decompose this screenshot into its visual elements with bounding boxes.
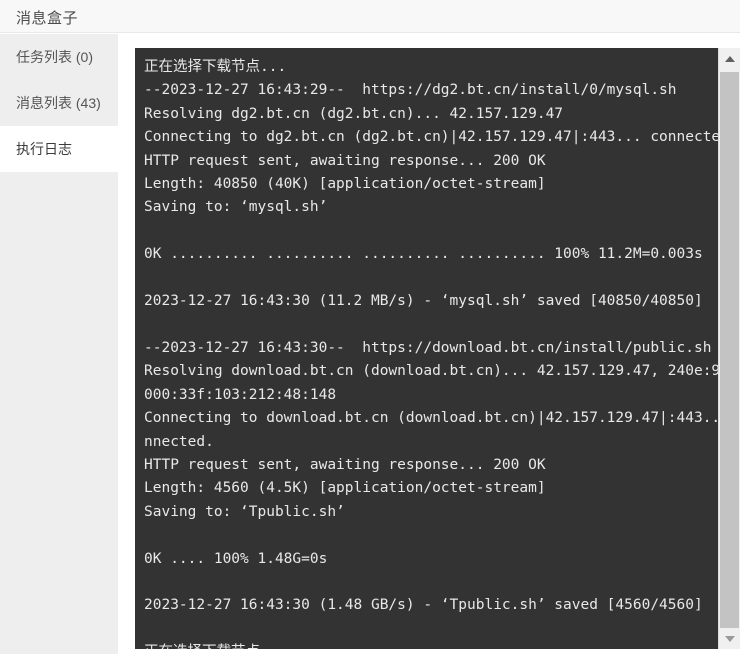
log-line: 2023-12-27 16:43:30 (11.2 MB/s) - ‘mysql… bbox=[144, 293, 703, 310]
execution-log-panel: 正在选择下载节点... --2023-12-27 16:43:29-- https… bbox=[135, 48, 740, 649]
log-output: 正在选择下载节点... --2023-12-27 16:43:29-- https… bbox=[135, 48, 718, 649]
log-line: --2023-12-27 16:43:30-- https://download… bbox=[144, 339, 712, 356]
vertical-scrollbar[interactable] bbox=[718, 48, 740, 649]
log-line: 2023-12-27 16:43:30 (1.48 GB/s) - ‘Tpubl… bbox=[144, 597, 703, 614]
log-line: Length: 4560 (4.5K) [application/octet-s… bbox=[144, 480, 546, 497]
log-line: Resolving download.bt.cn (download.bt.cn… bbox=[144, 363, 718, 380]
page-title: 消息盒子 bbox=[16, 10, 79, 27]
sidebar-item-label: 任务列表 (0) bbox=[16, 49, 93, 65]
sidebar: 任务列表 (0) 消息列表 (43) 执行日志 bbox=[0, 34, 118, 654]
scroll-up-button[interactable] bbox=[719, 48, 740, 69]
app-header: 消息盒子 bbox=[0, 0, 740, 33]
log-line: 0K .... 100% 1.48G=0s bbox=[144, 550, 328, 567]
log-line: Connecting to download.bt.cn (download.b… bbox=[144, 410, 718, 427]
log-line: HTTP request sent, awaiting response... … bbox=[144, 152, 546, 169]
log-line: Resolving dg2.bt.cn (dg2.bt.cn)... 42.15… bbox=[144, 105, 564, 122]
log-line: 正在选择下载节点... bbox=[144, 641, 718, 649]
scrollbar-thumb[interactable] bbox=[720, 72, 739, 630]
log-line: Saving to: ‘mysql.sh’ bbox=[144, 199, 328, 216]
sidebar-item-label: 执行日志 bbox=[16, 141, 72, 157]
log-line: 000:33f:103:212:48:148 bbox=[144, 386, 337, 403]
sidebar-item-label: 消息列表 (43) bbox=[16, 95, 101, 111]
log-line: Saving to: ‘Tpublic.sh’ bbox=[144, 503, 345, 520]
log-line: HTTP request sent, awaiting response... … bbox=[144, 456, 546, 473]
scroll-down-button[interactable] bbox=[719, 628, 740, 649]
log-line: Length: 40850 (40K) [application/octet-s… bbox=[144, 176, 546, 193]
chevron-down-icon bbox=[724, 635, 735, 642]
chevron-up-icon bbox=[724, 55, 735, 62]
log-line: Connecting to dg2.bt.cn (dg2.bt.cn)|42.1… bbox=[144, 129, 718, 146]
log-line: nnected. bbox=[144, 433, 214, 450]
sidebar-item-execution-log[interactable]: 执行日志 bbox=[0, 126, 118, 172]
log-line: --2023-12-27 16:43:29-- https://dg2.bt.c… bbox=[144, 82, 677, 99]
log-line: 正在选择下载节点... bbox=[144, 59, 287, 75]
log-line: 0K .......... .......... .......... ....… bbox=[144, 246, 703, 263]
sidebar-item-task-list[interactable]: 任务列表 (0) bbox=[0, 34, 118, 80]
sidebar-item-message-list[interactable]: 消息列表 (43) bbox=[0, 80, 118, 126]
